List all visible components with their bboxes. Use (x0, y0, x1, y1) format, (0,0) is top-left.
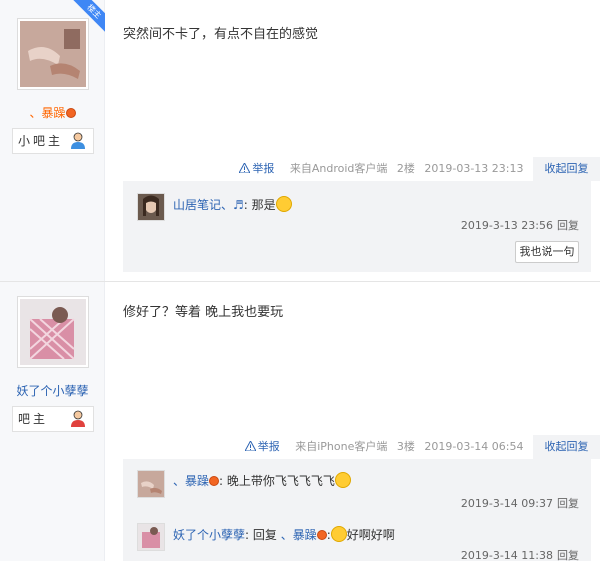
author-panel: 楼主 、暴躁 小吧主 (0, 0, 105, 281)
reply-text: 妖了个小孽孽: 回复 、暴躁: 好啊好啊 (173, 526, 395, 543)
avatar-image (20, 299, 86, 365)
reply-prefix: : 回复 (245, 528, 281, 542)
report-link[interactable]: 举报 (244, 440, 286, 453)
floor-number: 3楼 (396, 440, 415, 453)
flame-icon (316, 530, 327, 540)
post-time: 2019-03-13 23:13 (424, 162, 524, 175)
reply-time: 2019-3-14 09:37 (460, 497, 553, 510)
rank-label: 小吧主 (18, 134, 64, 148)
warning-icon (239, 163, 251, 173)
reply-username[interactable]: 山居笔记、♬ (173, 198, 244, 212)
reply-time: 2019-3-14 11:38 (460, 549, 553, 561)
post-floor-3: 妖了个小孽孽 吧主 修好了？等着 晚上我也要玩 举报 来自iPhone客户端 3… (0, 282, 600, 561)
reply-body: : 那是 (243, 198, 276, 212)
post-floor-2: 楼主 、暴躁 小吧主 突然间不卡了，有点不自在的感觉 举报 来自Android客… (0, 0, 600, 282)
client-source: 来自Android客户端 (289, 162, 388, 175)
add-comment-button[interactable]: 我也说一句 (515, 241, 579, 263)
avatar[interactable] (17, 18, 89, 90)
reply-username[interactable]: 、暴躁 (173, 474, 209, 488)
rank-badge[interactable]: 吧主 (12, 406, 94, 432)
reply-avatar[interactable] (137, 470, 165, 498)
reply-avatar-image (138, 194, 164, 220)
flame-icon (65, 108, 76, 118)
author-name[interactable]: 妖了个小孽孽 (0, 382, 105, 399)
reply-meta: 2019-3-14 11:38 回复 (461, 547, 579, 561)
love-emoji-icon (330, 526, 347, 542)
client-source: 来自iPhone客户端 (295, 440, 388, 453)
flame-icon (209, 476, 220, 486)
floor-number: 2楼 (396, 162, 415, 175)
reply-suffix: 好啊好啊 (346, 528, 395, 542)
user-red-icon (71, 410, 85, 427)
report-link[interactable]: 举报 (239, 162, 280, 175)
reply-avatar[interactable] (137, 193, 165, 221)
report-label: 举报 (252, 162, 275, 175)
smile-emoji-icon (334, 472, 351, 488)
reply-panel: 、暴躁 : 晚上带你飞飞飞飞飞 2019-3-14 09:37 回复 妖了个小孽孽:… (123, 459, 591, 561)
author-name[interactable]: 、暴躁 (0, 104, 105, 121)
post-tail: 举报 来自iPhone客户端 3楼 2019-03-14 06:54 收起回复 (244, 435, 600, 459)
post-content: 修好了？等着 晚上我也要玩 (123, 305, 284, 320)
reply-avatar-image (138, 524, 164, 550)
reply-text: 山居笔记、♬: 那是 (173, 196, 292, 213)
reply-body: : 晚上带你飞飞飞飞飞 (219, 474, 335, 488)
reply-panel: 山居笔记、♬: 那是 2019-3-13 23:56 回复 我也说一句 (123, 181, 591, 272)
rank-badge[interactable]: 小吧主 (12, 128, 94, 154)
reply-text: 、暴躁 : 晚上带你飞飞飞飞飞 (173, 472, 351, 489)
post-time: 2019-03-14 06:54 (424, 440, 524, 453)
post-content: 突然间不卡了，有点不自在的感觉 (123, 27, 319, 42)
reply-avatar[interactable] (137, 523, 165, 551)
reply-username[interactable]: 妖了个小孽孽 (173, 528, 245, 542)
reply-avatar-image (138, 471, 164, 497)
avatar-image (20, 21, 86, 87)
post-tail: 举报 来自Android客户端 2楼 2019-03-13 23:13 收起回复 (239, 157, 600, 181)
warning-icon (244, 441, 256, 451)
reply-target-username[interactable]: 、暴躁 (281, 528, 317, 542)
grin-emoji-icon (275, 196, 292, 212)
reply-link[interactable]: 回复 (557, 549, 579, 561)
reply-meta: 2019-3-13 23:56 回复 (461, 217, 579, 233)
rank-label: 吧主 (18, 412, 49, 426)
avatar[interactable] (17, 296, 89, 368)
reply-link[interactable]: 回复 (557, 497, 579, 510)
collapse-replies-button[interactable]: 收起回复 (533, 157, 600, 181)
user-blue-icon (71, 132, 85, 149)
reply-link[interactable]: 回复 (557, 219, 579, 232)
reply-meta: 2019-3-14 09:37 回复 (461, 495, 579, 511)
report-label: 举报 (257, 440, 280, 453)
author-panel: 妖了个小孽孽 吧主 (0, 282, 105, 561)
collapse-replies-button[interactable]: 收起回复 (533, 435, 600, 459)
reply-time: 2019-3-13 23:56 (460, 219, 553, 232)
